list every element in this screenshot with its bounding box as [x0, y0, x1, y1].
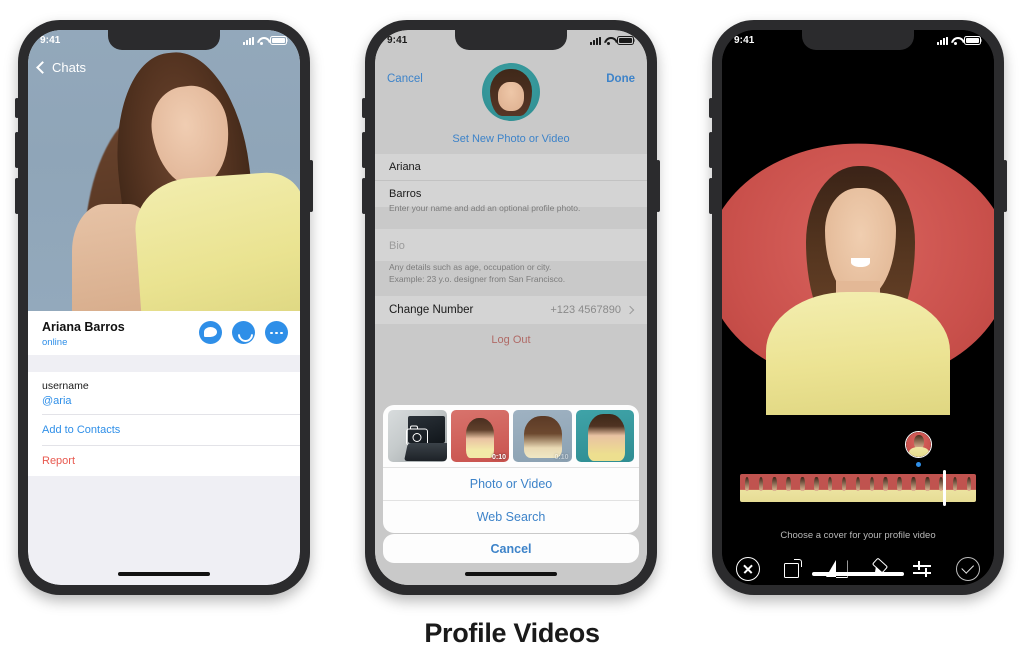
phone-icon [234, 323, 257, 346]
back-label: Chats [52, 60, 86, 75]
message-button[interactable] [199, 321, 222, 344]
video-canvas[interactable] [722, 135, 994, 415]
phone-video-editor: 9:41 Choose a cover for your profile vid… [709, 20, 1007, 595]
change-number-value: +123 4567890 [550, 304, 621, 316]
media-thumbnail-red[interactable]: 0:10 [450, 410, 509, 462]
mute-switch[interactable] [709, 98, 713, 118]
rotate-button[interactable] [783, 559, 803, 579]
power-button[interactable] [309, 160, 313, 212]
phone-edit-profile: 9:41 Cancel Done Set New Photo or Video … [362, 20, 660, 595]
camera-icon [406, 425, 429, 446]
signal-bars-icon [242, 36, 254, 45]
notch [108, 30, 220, 50]
wifi-icon [951, 37, 961, 45]
notch [455, 30, 567, 50]
battery-icon [616, 36, 634, 45]
log-out-button[interactable]: Log Out [375, 334, 647, 346]
check-icon [961, 561, 975, 574]
rotate-icon [793, 559, 802, 567]
status-time: 9:41 [40, 35, 61, 46]
done-button[interactable]: Done [606, 73, 635, 85]
sliders-icon [925, 568, 927, 577]
wifi-icon [604, 37, 614, 45]
volume-up-button[interactable] [709, 132, 713, 168]
power-button[interactable] [656, 160, 660, 212]
change-number-label: Change Number [389, 304, 474, 316]
page-title: Profile Videos [424, 618, 600, 648]
cancel-editor-button[interactable] [736, 557, 760, 581]
volume-down-button[interactable] [709, 178, 713, 214]
sliders-icon [918, 561, 920, 570]
chevron-left-icon [36, 61, 49, 74]
volume-up-button[interactable] [362, 132, 366, 168]
screenshot-root: 9:41 Chats Ariana Barros online username… [0, 0, 1024, 666]
adjust-button[interactable] [913, 560, 933, 578]
media-thumbnail-strip[interactable]: 0:10 0:10 [383, 405, 639, 467]
username-label: username [42, 380, 89, 392]
username-value: @aria [42, 395, 72, 407]
media-thumbnail-teal[interactable] [575, 410, 634, 462]
cover-preview-indicator-dot [916, 462, 921, 467]
set-new-photo-button[interactable]: Set New Photo or Video [375, 133, 647, 145]
signal-bars-icon [589, 36, 601, 45]
bio-field[interactable]: Bio [375, 229, 647, 261]
timeline-playhead[interactable] [942, 470, 946, 506]
name-footer-text: Enter your name and add an optional prof… [389, 203, 581, 213]
cancel-button[interactable]: Cancel [387, 73, 423, 85]
battery-icon [963, 36, 981, 45]
power-button[interactable] [1003, 160, 1007, 212]
volume-down-button[interactable] [362, 178, 366, 214]
change-number-row[interactable]: Change Number +123 4567890 [375, 296, 647, 324]
bio-footer-line-1: Any details such as age, occupation or c… [389, 262, 552, 272]
back-to-chats-button[interactable]: Chats [36, 60, 86, 75]
cancel-label: Cancel [490, 541, 532, 556]
status-time: 9:41 [387, 35, 408, 46]
status-time: 9:41 [734, 35, 755, 46]
add-to-contacts-button[interactable]: Add to Contacts [28, 415, 300, 445]
bio-footer-line-2: Example: 23 y.o. designer from San Franc… [389, 274, 566, 285]
chat-bubble-icon [204, 327, 217, 337]
cover-preview-bubble [905, 431, 932, 458]
confirm-button[interactable] [955, 557, 980, 581]
bio-footer-text: Any details such as age, occupation or c… [389, 261, 637, 286]
section-gap [28, 355, 300, 372]
battery-icon [269, 36, 287, 45]
volume-down-button[interactable] [15, 178, 19, 214]
cover-hint-text: Choose a cover for your profile video [780, 530, 936, 541]
action-sheet-cancel-button[interactable]: Cancel [383, 534, 639, 563]
thumbnail-duration: 0:10 [491, 454, 506, 461]
photo-or-video-button[interactable]: Photo or Video [383, 468, 639, 500]
signal-bars-icon [936, 36, 948, 45]
notch [802, 30, 914, 50]
video-timeline[interactable] [740, 474, 976, 502]
flip-button[interactable] [825, 559, 848, 579]
action-sheet: 0:10 0:10 Photo or Video Web Search [383, 405, 639, 533]
mute-switch[interactable] [362, 98, 366, 118]
home-indicator[interactable] [812, 572, 904, 576]
more-button[interactable] [265, 321, 288, 344]
camera-thumbnail[interactable] [388, 410, 447, 462]
editor-toolbar [736, 557, 980, 581]
media-thumbnail-blue[interactable]: 0:10 [513, 410, 572, 462]
home-indicator[interactable] [465, 572, 557, 576]
profile-header-card: Ariana Barros online [28, 311, 300, 358]
info-list: username @aria Add to Contacts Report [28, 372, 300, 476]
draw-button[interactable] [870, 557, 890, 580]
profile-avatar[interactable] [482, 63, 540, 121]
web-search-button[interactable]: Web Search [383, 501, 639, 533]
volume-up-button[interactable] [15, 132, 19, 168]
call-button[interactable] [232, 321, 257, 346]
row-username[interactable]: username @aria [28, 372, 300, 414]
wifi-icon [257, 37, 267, 45]
mute-switch[interactable] [15, 98, 19, 118]
first-name-field[interactable]: Ariana [375, 154, 647, 181]
name-fields-group: Ariana Barros [375, 154, 647, 207]
bio-placeholder: Bio [389, 240, 405, 252]
ellipsis-icon [270, 331, 283, 335]
phone-profile-view: 9:41 Chats Ariana Barros online username… [15, 20, 313, 595]
report-button[interactable]: Report [28, 446, 300, 476]
chevron-right-icon [625, 305, 635, 315]
home-indicator[interactable] [118, 572, 210, 576]
thumbnail-duration: 0:10 [554, 454, 569, 461]
